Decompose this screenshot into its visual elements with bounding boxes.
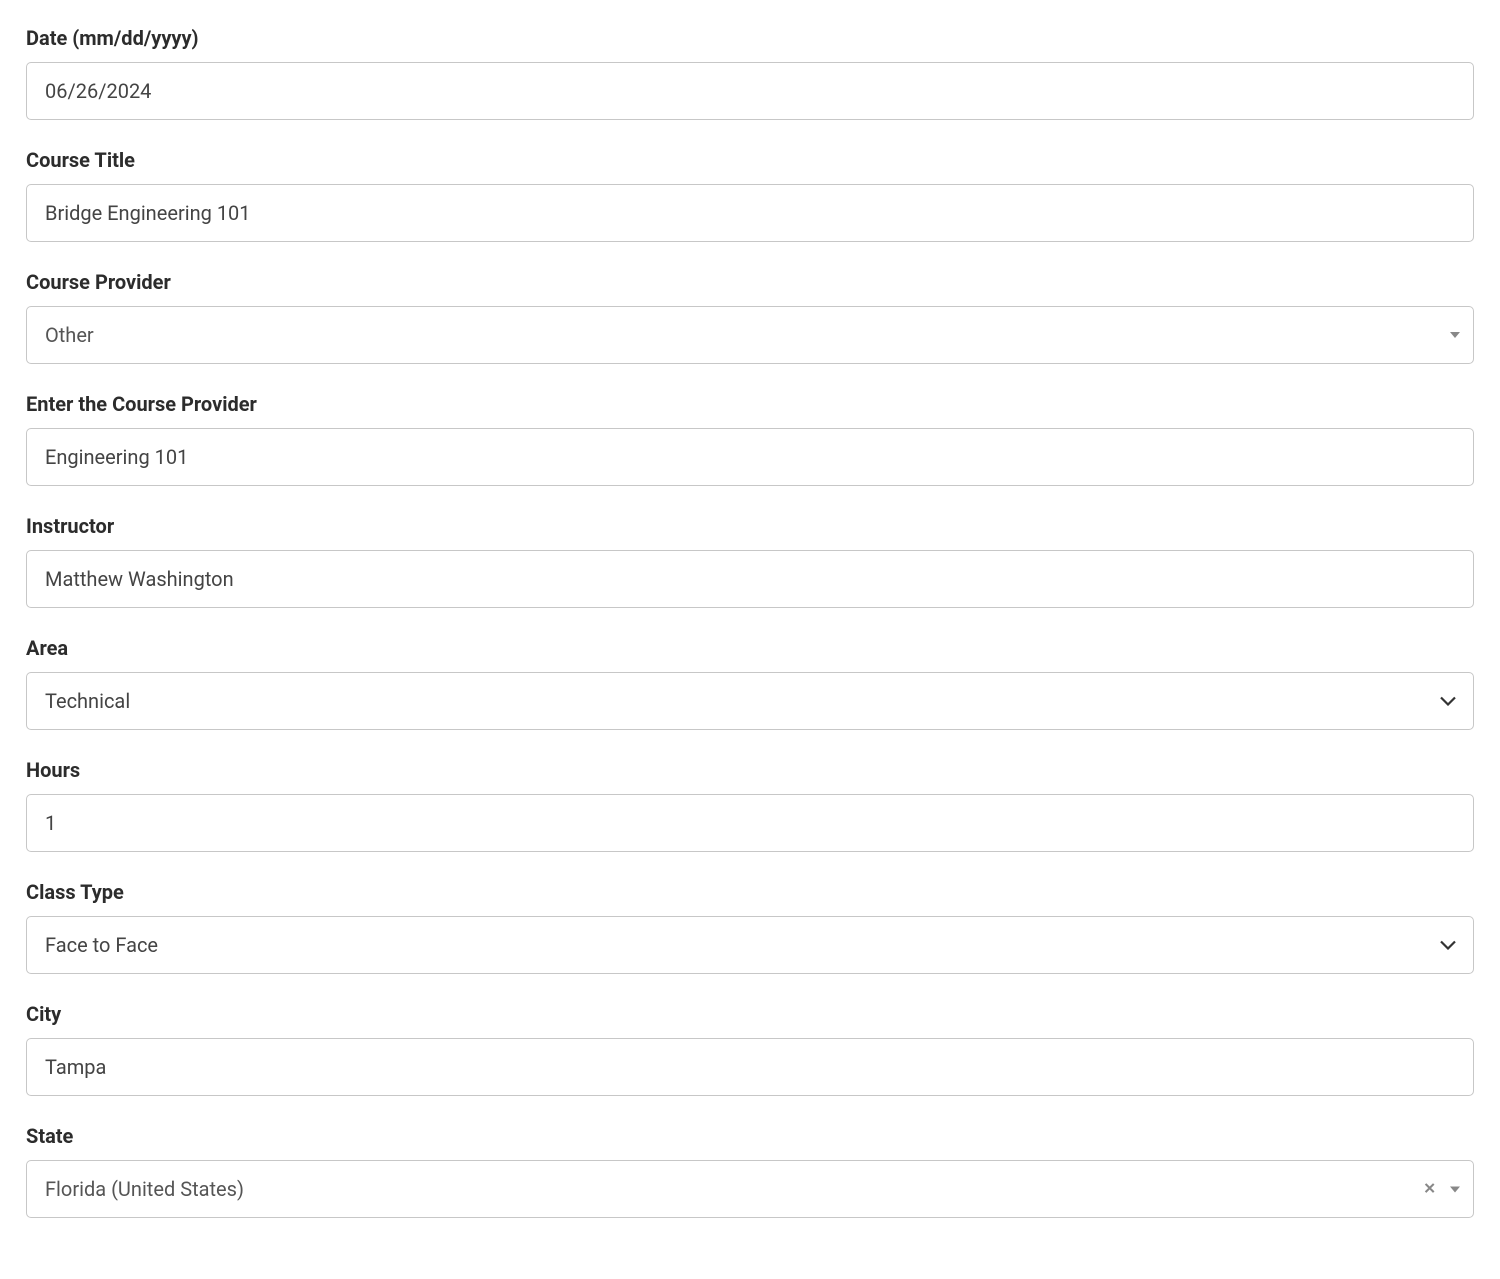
city-input[interactable] <box>26 1038 1474 1096</box>
state-group: State Florida (United States) ✕ <box>26 1124 1474 1218</box>
instructor-group: Instructor <box>26 514 1474 608</box>
course-provider-label: Course Provider <box>26 270 1474 294</box>
instructor-label: Instructor <box>26 514 1474 538</box>
hours-group: Hours <box>26 758 1474 852</box>
course-title-label: Course Title <box>26 148 1474 172</box>
area-select-wrapper: Technical <box>26 672 1474 730</box>
state-controls: ✕ <box>1423 1182 1460 1197</box>
course-provider-group: Course Provider Other <box>26 270 1474 364</box>
date-group: Date (mm/dd/yyyy) <box>26 26 1474 120</box>
state-select[interactable]: Florida (United States) <box>26 1160 1474 1218</box>
course-provider-combo-wrapper: Other <box>26 306 1474 364</box>
area-label: Area <box>26 636 1474 660</box>
course-provider-controls <box>1450 332 1460 338</box>
instructor-input[interactable] <box>26 550 1474 608</box>
class-type-select[interactable]: Face to Face <box>26 916 1474 974</box>
class-type-select-wrapper: Face to Face <box>26 916 1474 974</box>
enter-course-provider-group: Enter the Course Provider <box>26 392 1474 486</box>
hours-label: Hours <box>26 758 1474 782</box>
course-title-group: Course Title <box>26 148 1474 242</box>
date-label: Date (mm/dd/yyyy) <box>26 26 1474 50</box>
course-title-input[interactable] <box>26 184 1474 242</box>
class-type-group: Class Type Face to Face <box>26 880 1474 974</box>
enter-course-provider-label: Enter the Course Provider <box>26 392 1474 416</box>
course-form: Date (mm/dd/yyyy) Course Title Course Pr… <box>26 26 1474 1218</box>
triangle-down-icon[interactable] <box>1450 1186 1460 1192</box>
state-combo-wrapper: Florida (United States) ✕ <box>26 1160 1474 1218</box>
triangle-down-icon[interactable] <box>1450 332 1460 338</box>
course-provider-value: Other <box>45 323 94 347</box>
class-type-value: Face to Face <box>45 933 158 957</box>
class-type-label: Class Type <box>26 880 1474 904</box>
hours-input[interactable] <box>26 794 1474 852</box>
area-select[interactable]: Technical <box>26 672 1474 730</box>
enter-course-provider-input[interactable] <box>26 428 1474 486</box>
date-input[interactable] <box>26 62 1474 120</box>
area-value: Technical <box>45 689 130 713</box>
city-group: City <box>26 1002 1474 1096</box>
course-provider-select[interactable]: Other <box>26 306 1474 364</box>
state-label: State <box>26 1124 1474 1148</box>
city-label: City <box>26 1002 1474 1026</box>
clear-icon[interactable]: ✕ <box>1423 1182 1436 1197</box>
area-group: Area Technical <box>26 636 1474 730</box>
state-value: Florida (United States) <box>45 1177 244 1201</box>
